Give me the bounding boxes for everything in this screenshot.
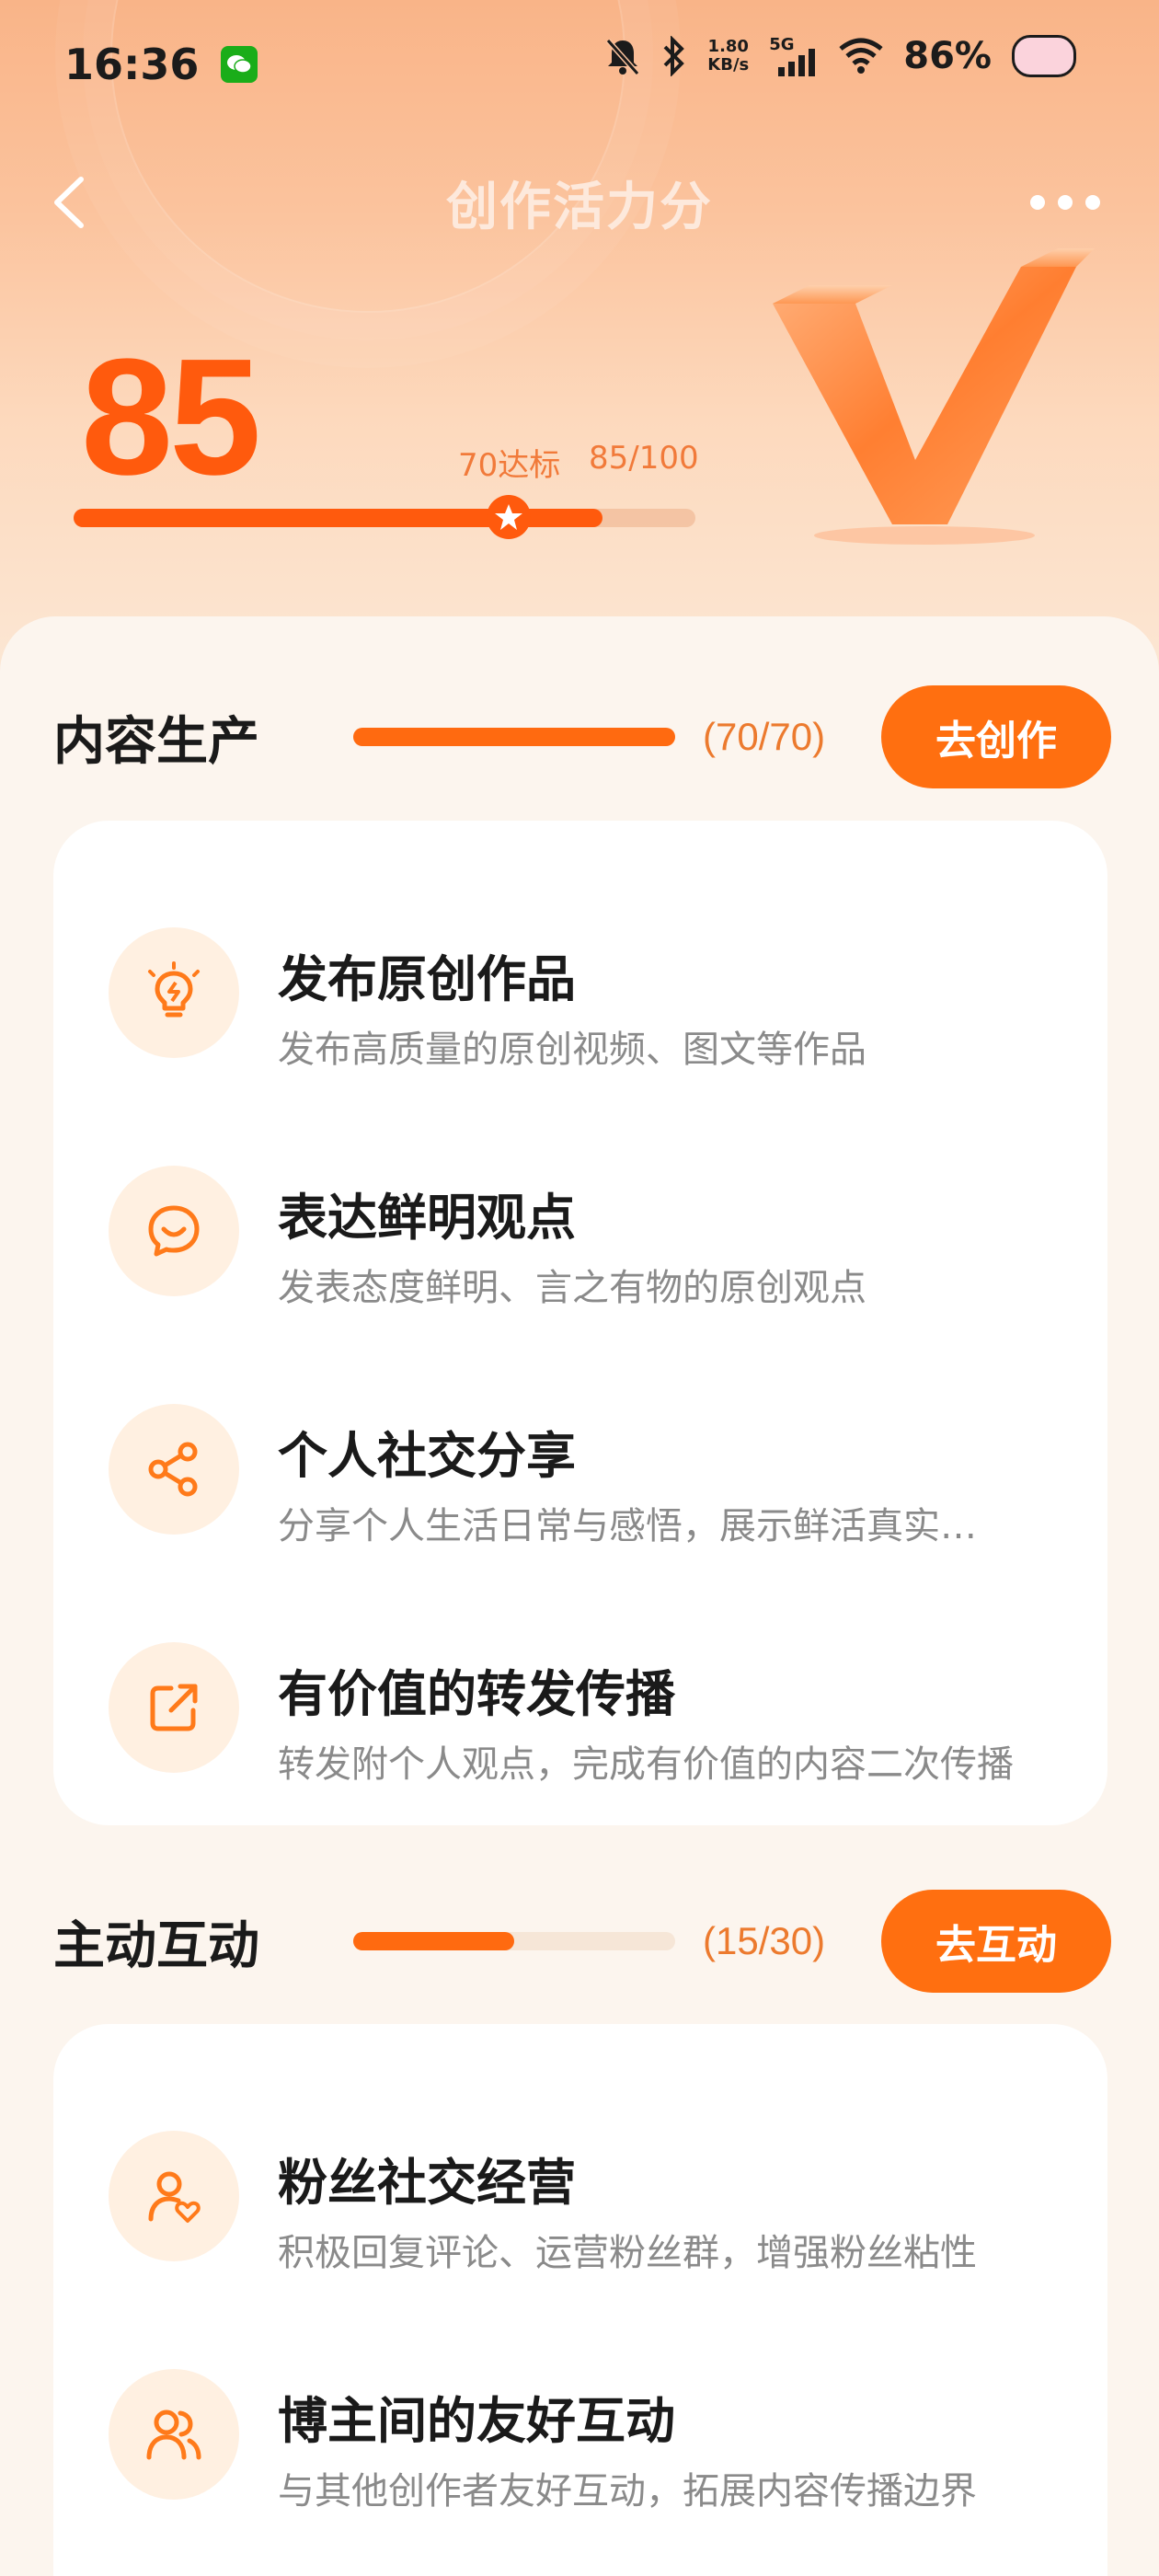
cellular-signal-icon: 5G — [769, 36, 819, 76]
section-progress-bar — [353, 728, 675, 746]
go-interact-button[interactable]: 去互动 — [881, 1890, 1111, 1993]
users-icon — [109, 2369, 239, 2500]
item-description: 积极回复评论、运营粉丝群，增强粉丝粘性 — [278, 2232, 977, 2274]
battery-level: 86% — [903, 35, 992, 77]
net-speed-value: 1.80 — [707, 37, 749, 56]
section-count: (70/70) — [703, 715, 826, 758]
status-time: 16:36 — [64, 40, 200, 89]
list-item[interactable]: 博主间的友好互动 与其他创作者友好互动，拓展内容传播边界 — [53, 2341, 1107, 2525]
item-title: 粉丝社交经营 — [278, 2154, 576, 2212]
item-description: 发表态度鲜明、言之有物的原创观点 — [278, 1267, 866, 1309]
item-title: 表达鲜明观点 — [278, 1189, 576, 1247]
battery-pig-icon — [1012, 35, 1076, 77]
net-speed-unit: KB/s — [707, 55, 750, 75]
score-progress-bar — [74, 509, 695, 527]
section-active-interaction: 主动互动 (15/30) 去互动 — [53, 1890, 1111, 1993]
item-title: 有价值的转发传播 — [278, 1665, 675, 1723]
more-options-button[interactable] — [1030, 179, 1113, 225]
repost-icon — [109, 1642, 239, 1773]
net-speed: 1.80 KB/s — [707, 38, 749, 75]
section-progress-bar — [353, 1932, 675, 1950]
section-title: 内容生产 — [53, 711, 259, 772]
item-description: 转发附个人观点，完成有价值的内容二次传播 — [278, 1743, 1014, 1786]
go-create-button[interactable]: 去创作 — [881, 685, 1111, 788]
share-icon — [109, 1404, 239, 1535]
lightbulb-icon — [109, 927, 239, 1058]
status-indicators: 1.80 KB/s 5G 86% — [604, 35, 1076, 77]
section-content-production: 内容生产 (70/70) 去创作 — [53, 685, 1111, 788]
content-production-card: 发布原创作品 发布高质量的原创视频、图文等作品 表达鲜明观点 发表态度鲜明、言之… — [53, 821, 1107, 1825]
item-description: 分享个人生活日常与感悟，展示鲜活真实… — [278, 1505, 977, 1547]
v-logo-icon — [773, 248, 1095, 545]
item-description: 发布高质量的原创视频、图文等作品 — [278, 1029, 866, 1071]
target-label: 70达标 — [458, 447, 561, 484]
list-item[interactable]: 有价值的转发传播 转发附个人观点，完成有价值的内容二次传播 — [53, 1615, 1107, 1799]
section-count: (15/30) — [703, 1919, 826, 1962]
more-dot-icon — [1030, 195, 1045, 210]
page-title: 创作活力分 — [446, 177, 713, 237]
chat-smile-icon — [109, 1166, 239, 1296]
list-item[interactable]: 发布原创作品 发布高质量的原创视频、图文等作品 — [53, 900, 1107, 1084]
item-title: 博主间的友好互动 — [278, 2392, 675, 2450]
more-dot-icon — [1085, 195, 1100, 210]
item-title: 个人社交分享 — [278, 1427, 576, 1485]
item-description: 与其他创作者友好互动，拓展内容传播边界 — [278, 2470, 977, 2513]
target-star-icon — [487, 495, 532, 539]
status-bar: 16:36 1.80 KB/s 5G 86% — [0, 0, 1159, 129]
section-title: 主动互动 — [53, 1915, 259, 1976]
mute-bell-icon — [606, 39, 640, 75]
list-item[interactable]: 粉丝社交经营 积极回复评论、运营粉丝群，增强粉丝粘性 — [53, 2103, 1107, 2287]
wifi-icon — [839, 38, 883, 74]
active-interaction-card: 粉丝社交经营 积极回复评论、运营粉丝群，增强粉丝粘性 博主间的友好互动 与其他创… — [53, 2024, 1107, 2576]
list-item[interactable]: 表达鲜明观点 发表态度鲜明、言之有物的原创观点 — [53, 1138, 1107, 1322]
score-fraction: 85/100 — [589, 440, 699, 477]
back-button[interactable] — [40, 170, 105, 235]
wechat-icon — [221, 46, 258, 83]
section-progress-fill — [353, 728, 675, 746]
list-item[interactable]: 个人社交分享 分享个人生活日常与感悟，展示鲜活真实… — [53, 1376, 1107, 1560]
fan-heart-icon — [109, 2131, 239, 2261]
bluetooth-icon — [663, 36, 685, 76]
nav-bar: 创作活力分 — [0, 152, 1159, 253]
more-dot-icon — [1058, 195, 1073, 210]
item-title: 发布原创作品 — [278, 950, 576, 1008]
score-value: 85 — [81, 325, 261, 510]
section-progress-fill — [353, 1932, 514, 1950]
